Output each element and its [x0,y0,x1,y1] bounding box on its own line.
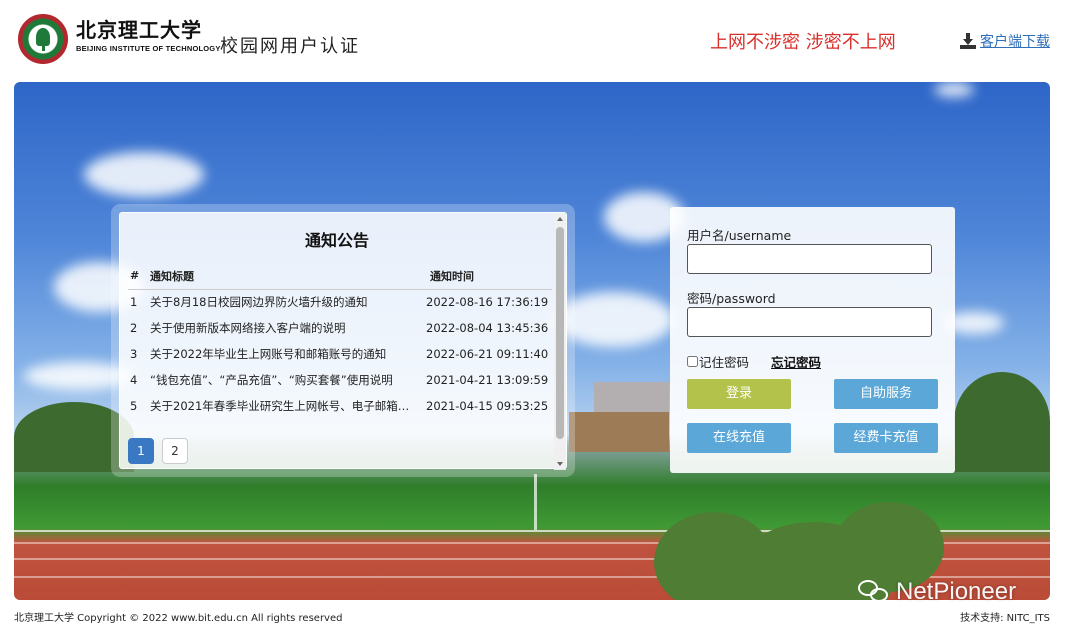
page-button-1[interactable]: 1 [128,438,154,464]
notice-title: 通知公告 [304,231,369,250]
username-label: 用户名/username [687,228,792,243]
username-input[interactable] [687,244,932,274]
notice-table: # 通知标题 通知时间 1 关于8月18日校园网边界防火墙升级的通知 2022-… [128,263,552,419]
notice-header-row: # 通知标题 通知时间 [128,263,552,290]
notice-link[interactable]: 关于使用新版本网络接入客户端的说明 [150,315,420,341]
remember-password-checkbox[interactable] [687,356,698,367]
watermark-text: NetPioneer [896,578,1017,605]
remember-password-label: 记住密码 [699,355,750,370]
notice-index: 4 [130,373,138,387]
university-name-en: BEIJING INSTITUTE OF TECHNOLOGY [76,44,221,53]
notice-time: 2022-06-21 09:11:40 [426,347,549,361]
notice-link[interactable]: 关于8月18日校园网边界防火墙升级的通知 [150,289,420,315]
client-download-link[interactable]: 客户端下载 [960,31,1050,51]
notice-index: 5 [130,399,138,413]
download-icon [960,33,976,49]
notice-pagination: 1 2 [128,438,188,464]
watermark: NetPioneer [858,578,1016,606]
card-recharge-button[interactable]: 经费卡充值 [834,423,938,453]
notice-row[interactable]: 5 关于2021年春季毕业研究生上网帐号、电子邮箱… 2021-04-15 09… [128,393,552,419]
notice-panel: 通知公告 # 通知标题 通知时间 1 关于8月18日校园网边界防火墙升级的通知 … [119,212,567,470]
notice-link[interactable]: “钱包充值”、“产品充值”、“购买套餐”使用说明 [150,367,420,393]
forgot-password-link[interactable]: 忘记密码 [771,352,821,371]
notice-index: 2 [130,321,138,335]
university-logo [18,14,68,64]
client-download-label: 客户端下载 [980,34,1050,50]
column-header-index: # [128,263,150,290]
login-panel: 用户名/username 密码/password 记住密码 忘记密码 登录 自助… [670,207,955,473]
column-header-time: 通知时间 [420,263,552,290]
remember-password[interactable]: 记住密码 [687,352,749,371]
system-title: 校园网用户认证 [220,36,360,57]
wechat-icon [858,578,890,606]
password-input[interactable] [687,307,932,337]
login-button[interactable]: 登录 [687,379,791,409]
notice-row[interactable]: 4 “钱包充值”、“产品充值”、“购买套餐”使用说明 2021-04-21 13… [128,367,552,393]
column-header-title: 通知标题 [150,263,420,290]
page-button-2[interactable]: 2 [162,438,188,464]
notice-row[interactable]: 1 关于8月18日校园网边界防火墙升级的通知 2022-08-16 17:36:… [128,289,552,315]
password-label: 密码/password [687,291,776,306]
notice-scrollbar[interactable] [554,213,566,470]
online-recharge-button[interactable]: 在线充值 [687,423,791,453]
notice-row[interactable]: 2 关于使用新版本网络接入客户端的说明 2022-08-04 13:45:36 [128,315,552,341]
footer-support: 技术支持: NITC_ITS [960,613,1050,624]
security-slogan: 上网不涉密 涉密不上网 [710,32,896,53]
footer-copyright: 北京理工大学 Copyright © 2022 www.bit.edu.cn A… [14,613,343,624]
notice-time: 2022-08-16 17:36:19 [426,295,549,310]
scroll-down-arrow-icon[interactable] [557,462,563,466]
notice-link[interactable]: 关于2021年春季毕业研究生上网帐号、电子邮箱… [150,393,420,419]
notice-link[interactable]: 关于2022年毕业生上网账号和邮箱账号的通知 [150,341,420,367]
self-service-button[interactable]: 自助服务 [834,379,938,409]
university-name: 北京理工大学 [76,18,202,42]
notice-row[interactable]: 3 关于2022年毕业生上网账号和邮箱账号的通知 2022-06-21 09:1… [128,341,552,367]
notice-index: 1 [130,295,138,310]
scroll-thumb[interactable] [556,227,564,439]
notice-time: 2021-04-15 09:53:25 [426,399,549,413]
notice-time: 2022-08-04 13:45:36 [426,321,549,335]
scroll-up-arrow-icon[interactable] [557,217,563,221]
header: 北京理工大学 BEIJING INSTITUTE OF TECHNOLOGY 校… [0,0,1080,80]
notice-time: 2021-04-21 13:09:59 [426,373,549,387]
notice-index: 3 [130,347,138,361]
